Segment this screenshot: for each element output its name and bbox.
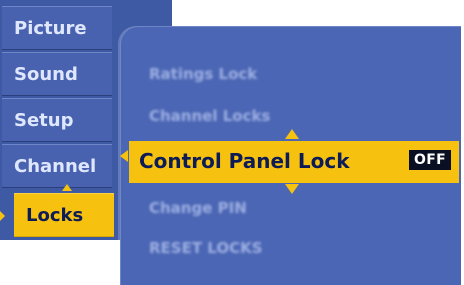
locks-submenu: Ratings Lock Channel Locks Control Panel…	[120, 26, 461, 285]
right-caret-icon	[0, 211, 5, 221]
menu-item-picture[interactable]: Picture	[2, 6, 112, 50]
menu-item-channel[interactable]: Channel	[2, 144, 112, 188]
control-panel-lock-value[interactable]: OFF	[407, 148, 453, 172]
down-arrow-icon	[285, 184, 299, 194]
up-arrow-icon	[62, 184, 72, 191]
menu-item-setup[interactable]: Setup	[2, 98, 112, 142]
menu-item-locks[interactable]: Locks	[14, 193, 114, 237]
menu-item-sound[interactable]: Sound	[2, 52, 112, 96]
submenu-item-channel-locks[interactable]: Channel Locks	[149, 107, 270, 125]
submenu-item-ratings-lock[interactable]: Ratings Lock	[149, 65, 257, 83]
left-arrow-icon	[120, 150, 128, 162]
submenu-item-reset-locks[interactable]: RESET LOCKS	[149, 239, 263, 257]
submenu-item-change-pin[interactable]: Change PIN	[149, 199, 247, 217]
control-panel-lock-label: Control Panel Lock	[139, 149, 350, 173]
submenu-item-control-panel-lock[interactable]: Control Panel Lock OFF	[129, 141, 459, 183]
up-arrow-icon	[285, 129, 299, 139]
